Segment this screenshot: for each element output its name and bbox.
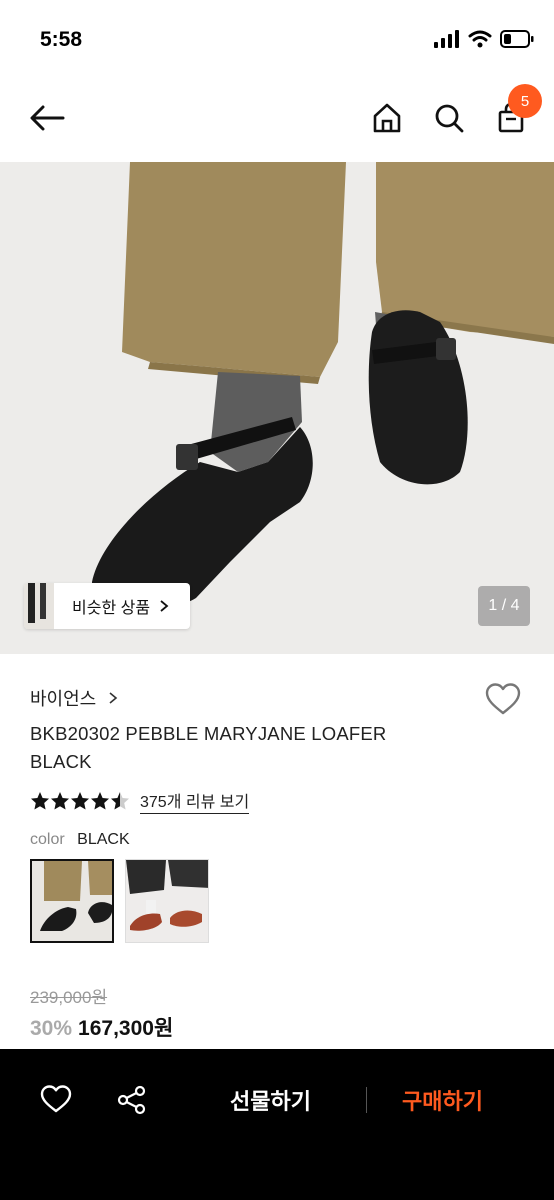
review-link[interactable]: 375개 리뷰 보기	[140, 788, 250, 814]
gift-button[interactable]: 선물하기	[230, 1084, 311, 1116]
discount-rate: 30%	[30, 1017, 73, 1040]
search-icon	[435, 104, 464, 133]
nav-bar	[0, 80, 554, 162]
wishlist-button[interactable]	[484, 682, 522, 721]
bottom-wishlist-button[interactable]	[40, 1084, 72, 1116]
status-icons	[434, 30, 534, 48]
wifi-icon	[468, 30, 492, 48]
star-icon	[51, 792, 69, 810]
brand-name: 바이언스	[30, 689, 97, 709]
product-image[interactable]	[0, 162, 554, 654]
share-icon	[117, 1085, 146, 1115]
similar-products-label: 비슷한 상품	[72, 600, 151, 617]
brand-link[interactable]: 바이언스	[30, 685, 119, 711]
chevron-right-icon	[109, 692, 118, 704]
heart-icon	[485, 683, 521, 715]
bottom-divider	[366, 1087, 367, 1113]
battery-icon	[500, 30, 534, 48]
status-bar: 5:58	[0, 0, 554, 80]
star-icon	[91, 792, 109, 810]
color-label: color	[30, 831, 65, 848]
color-row: color BLACK	[30, 831, 130, 849]
share-button[interactable]	[116, 1084, 148, 1116]
star-icon	[31, 792, 49, 810]
bottom-action-bar: 선물하기 구매하기	[0, 1049, 554, 1200]
signal-icon	[434, 30, 459, 48]
star-icon	[71, 792, 89, 810]
product-title: BKB20302 PEBBLE MARYJANE LOAFER BLACK	[30, 723, 387, 772]
color-swatch-brown[interactable]	[125, 859, 209, 943]
back-button[interactable]	[27, 98, 67, 138]
color-swatch-black[interactable]	[30, 859, 114, 943]
similar-products-button[interactable]: 비슷한 상품	[24, 583, 190, 629]
rating-stars	[31, 792, 129, 810]
home-button[interactable]	[367, 98, 407, 138]
chevron-right-icon	[160, 600, 169, 612]
sale-price: 167,300원	[78, 1017, 174, 1040]
star-half-icon	[111, 792, 129, 810]
rating-row: 375개 리뷰 보기	[30, 788, 250, 814]
swatch-black-image	[32, 861, 112, 941]
back-arrow-icon	[30, 105, 65, 131]
price-row: 30% 167,300원	[30, 1012, 173, 1042]
color-value: BLACK	[77, 831, 130, 848]
product-photo	[0, 162, 554, 654]
cart-badge: 5	[508, 84, 542, 118]
page-indicator: 1 / 4	[478, 586, 530, 626]
similar-thumbnail-image	[24, 583, 54, 629]
heart-icon	[40, 1085, 72, 1113]
buy-button[interactable]: 구매하기	[402, 1084, 483, 1116]
swatch-brown-image	[126, 860, 208, 942]
search-button[interactable]	[429, 98, 469, 138]
similar-thumbnail	[24, 583, 54, 629]
home-icon	[373, 103, 401, 133]
original-price: 239,000원	[30, 988, 108, 1007]
status-time: 5:58	[40, 28, 83, 51]
